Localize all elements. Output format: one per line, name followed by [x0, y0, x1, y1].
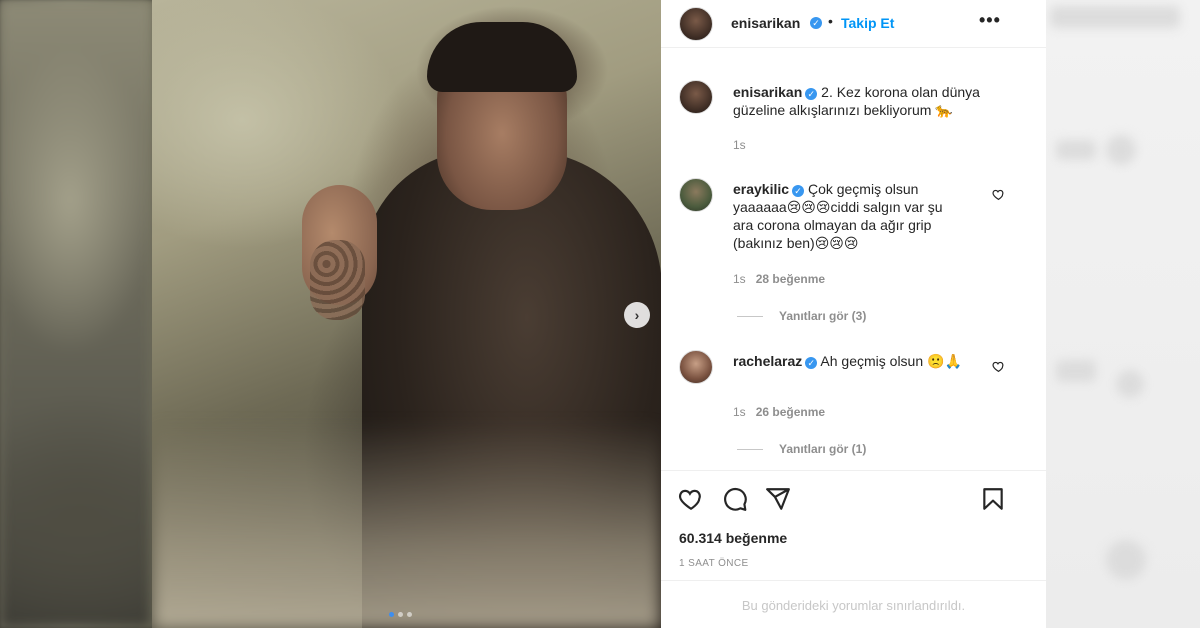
divider [661, 470, 1046, 471]
post-photo[interactable] [152, 0, 661, 628]
comment-avatar[interactable] [679, 350, 713, 384]
comment-likes[interactable]: 26 beğenme [756, 405, 825, 419]
bookmark-icon[interactable] [979, 486, 1007, 512]
verified-badge-icon: ✓ [805, 88, 818, 100]
carousel-dot [398, 612, 403, 617]
carousel-dots [389, 612, 412, 617]
view-replies-label: Yanıtları gör (1) [779, 442, 867, 456]
view-replies-button[interactable]: Yanıtları gör (1) [737, 442, 866, 456]
comment-username[interactable]: rachelaraz [733, 353, 802, 369]
heart-icon[interactable] [992, 360, 1005, 373]
comment-item: eraykilic ✓ Çok geçmiş olsun yaaaaaa😢😢😢ci… [733, 180, 963, 252]
caption-time: 1s [733, 138, 746, 152]
view-replies-button[interactable]: Yanıtları gör (3) [737, 309, 866, 323]
photo-hair [427, 22, 577, 92]
blurred-right-background [1046, 0, 1200, 628]
caption: enisarikan ✓ 2. Kez korona olan dünya güz… [733, 83, 1023, 119]
follow-button[interactable]: Takip Et [841, 15, 894, 31]
carousel-dot [407, 612, 412, 617]
verified-badge-icon: ✓ [810, 17, 822, 29]
verified-badge-icon: ✓ [805, 357, 818, 369]
photo-haze [152, 420, 661, 628]
photo-tattoo [310, 240, 365, 320]
comment-text: Ah geçmiş olsun 🙁🙏 [820, 353, 962, 369]
header-separator: • [828, 13, 833, 29]
post-side-panel: enisarikan ✓ • Takip Et ••• enisarikan ✓ … [661, 0, 1046, 628]
comment-likes[interactable]: 28 beğenme [756, 272, 825, 286]
verified-badge-icon: ✓ [792, 185, 805, 197]
likes-count[interactable]: 60.314 beğenme [679, 530, 787, 546]
heart-icon[interactable] [992, 188, 1005, 201]
comments-restricted-notice: Bu gönderideki yorumlar sınırlandırıldı. [741, 598, 966, 613]
post-time: 1 SAAT ÖNCE [679, 558, 749, 569]
comment-username[interactable]: eraykilic [733, 181, 789, 197]
caption-username[interactable]: enisarikan [733, 84, 802, 100]
divider [661, 580, 1046, 581]
carousel-dot-active [389, 612, 394, 617]
blurred-left-background [0, 0, 152, 628]
post-header: enisarikan ✓ • Takip Et ••• [661, 0, 1046, 48]
caption-avatar[interactable] [679, 80, 713, 114]
comment-icon[interactable] [721, 486, 749, 512]
comment-item: rachelaraz ✓ Ah geçmiş olsun 🙁🙏 [733, 352, 973, 370]
heart-icon[interactable] [677, 486, 705, 512]
comment-avatar[interactable] [679, 178, 713, 212]
avatar[interactable] [679, 7, 713, 41]
header-username[interactable]: enisarikan [731, 15, 800, 31]
view-replies-label: Yanıtları gör (3) [779, 309, 867, 323]
comment-meta: 1s 26 beğenme [733, 405, 825, 419]
comment-time: 1s [733, 405, 746, 419]
comment-meta: 1s 28 beğenme [733, 272, 825, 286]
chevron-right-icon[interactable]: › [624, 302, 650, 328]
comment-time: 1s [733, 272, 746, 286]
share-icon[interactable] [764, 486, 792, 512]
more-options-icon[interactable]: ••• [979, 10, 1001, 31]
